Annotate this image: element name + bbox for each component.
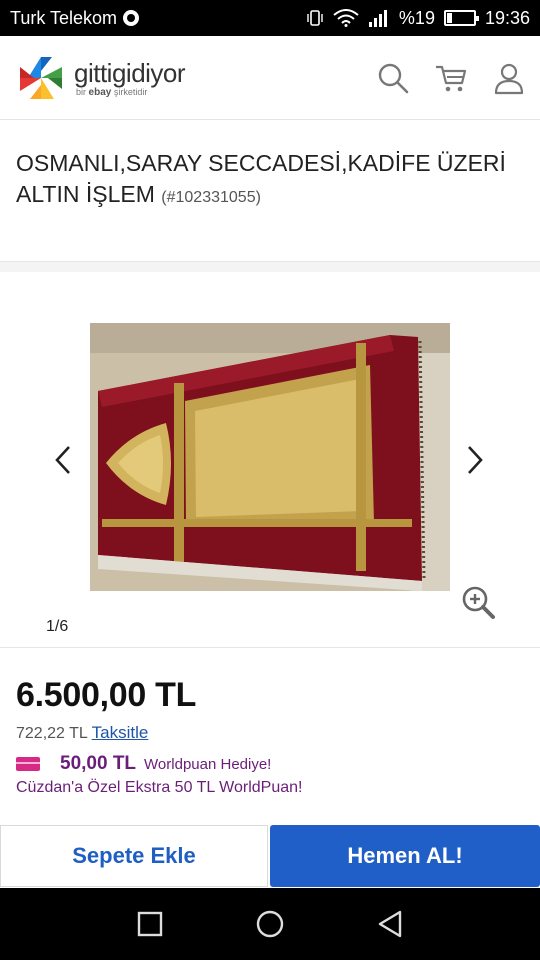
installment-link[interactable]: Taksitle	[92, 723, 149, 742]
worldpuan-amount: 50,00 TL	[60, 753, 137, 774]
price-section: 6.500,00 TL 722,22 TL Taksitle 50,00 TL …	[0, 676, 540, 797]
gallery-next-button[interactable]	[460, 442, 490, 478]
worldpuan-text: Worldpuan Hediye!	[144, 755, 272, 773]
image-gallery: 1/6	[0, 272, 540, 648]
status-bar: Turk Telekom %19 19:36	[0, 0, 540, 36]
installment-info: 722,22 TL Taksitle	[16, 723, 524, 743]
carrier-name: Turk Telekom	[10, 7, 118, 28]
chevron-left-icon	[55, 446, 70, 474]
battery-fill	[446, 13, 453, 23]
status-icons: %19 19:36	[306, 8, 530, 29]
app-header: gittigidiyor bir ebay şirketidir	[0, 36, 540, 120]
zoom-in-icon[interactable]	[460, 584, 496, 620]
whatsapp-icon	[123, 10, 140, 26]
logo-sub-prefix: bir	[76, 86, 87, 97]
battery-percent: %19	[398, 7, 435, 28]
header-actions	[376, 61, 526, 95]
gallery-prev-button[interactable]	[48, 442, 78, 478]
gallery-counter: 1/6	[46, 618, 69, 635]
product-price: 6.500,00 TL	[16, 676, 197, 714]
clock: 19:36	[484, 7, 530, 28]
carrier-group: Turk Telekom	[10, 7, 140, 29]
item-number: (#102331055)	[161, 189, 261, 206]
logo-text: gittigidiyor bir ebay şirketidir	[74, 57, 186, 98]
product-title: OSMANLI,SARAY SECCADESİ,KADİFE ÜZERİ ALT…	[16, 148, 524, 213]
battery-icon	[443, 10, 479, 26]
cart-icon[interactable]	[434, 61, 468, 95]
buy-now-button[interactable]: Hemen AL!	[270, 825, 540, 887]
chevron-right-icon	[468, 446, 483, 474]
system-nav-bar	[0, 888, 540, 960]
logo-name: gittigidiyor	[74, 57, 186, 88]
wifi-icon	[333, 9, 359, 27]
logo-sub-brand: ebay	[88, 86, 112, 98]
back-triangle-icon[interactable]	[372, 906, 408, 942]
product-photo[interactable]	[90, 323, 450, 591]
add-to-cart-button[interactable]: Sepete Ekle	[0, 825, 268, 887]
user-icon[interactable]	[492, 61, 526, 95]
product-title-text: OSMANLI,SARAY SECCADESİ,KADİFE ÜZERİ ALT…	[16, 150, 506, 207]
recents-square-icon[interactable]	[132, 906, 168, 942]
logo[interactable]: gittigidiyor bir ebay şirketidir	[14, 51, 186, 105]
product-title-section: OSMANLI,SARAY SECCADESİ,KADİFE ÜZERİ ALT…	[0, 128, 540, 262]
logo-pinwheel-icon	[20, 56, 62, 99]
vibrate-icon	[307, 10, 323, 26]
wallet-promo: Cüzdan'a Özel Ekstra 50 TL WorldPuan!	[16, 779, 303, 796]
signal-icon	[368, 10, 387, 27]
logo-sub: bir ebay şirketidir	[76, 87, 185, 98]
credit-card-icon	[16, 757, 40, 771]
worldpuan-row: 50,00 TL Worldpuan Hediye!	[16, 753, 524, 775]
home-circle-icon[interactable]	[252, 906, 288, 942]
installment-amount: 722,22 TL	[16, 725, 88, 742]
section-divider	[0, 262, 540, 272]
logo-sub-suffix: şirketidir	[113, 86, 148, 97]
search-icon[interactable]	[376, 61, 410, 95]
